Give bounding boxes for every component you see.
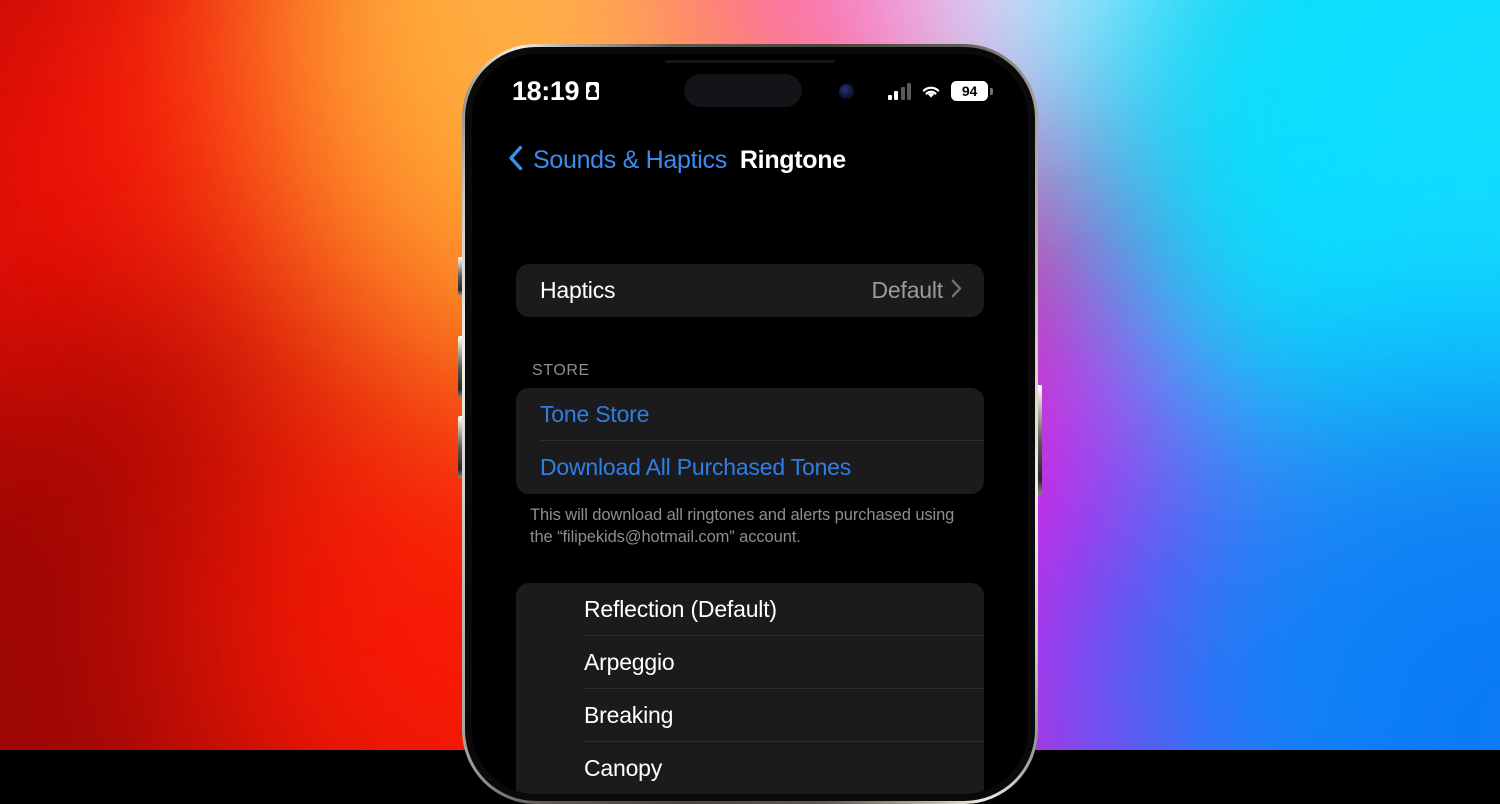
front-camera-icon <box>839 84 854 99</box>
dynamic-island[interactable] <box>684 74 802 107</box>
haptics-card: Haptics Default <box>516 264 984 317</box>
tone-store-label: Tone Store <box>540 401 649 428</box>
status-bar-left: 18:19 <box>512 76 599 107</box>
store-section-header: STORE <box>472 362 1028 388</box>
chevron-right-icon <box>951 279 962 303</box>
status-bar: 18:19 <box>472 54 1028 128</box>
battery-percent-label: 94 <box>962 83 977 99</box>
battery-icon: 94 <box>951 81 988 101</box>
download-all-purchased-tones-label: Download All Purchased Tones <box>540 454 851 481</box>
lock-portrait-icon <box>586 82 599 100</box>
page-title: Ringtone <box>740 146 846 175</box>
navigation-bar: Sounds & Haptics Ringtone <box>472 128 1028 192</box>
haptics-row[interactable]: Haptics Default <box>516 264 984 317</box>
status-bar-right: 94 <box>888 81 989 101</box>
download-all-purchased-tones-row[interactable]: Download All Purchased Tones <box>516 441 984 494</box>
status-bar-clock: 18:19 <box>512 76 579 107</box>
settings-content[interactable]: Haptics Default STORE Tone Store <box>472 192 1028 794</box>
list-item[interactable]: Breaking <box>516 689 984 742</box>
ringtone-label: Breaking <box>584 702 673 729</box>
store-footnote: This will download all ringtones and ale… <box>472 494 1028 549</box>
cellular-bars-icon <box>888 83 912 100</box>
tone-store-row[interactable]: Tone Store <box>516 388 984 441</box>
chevron-left-icon <box>508 145 523 176</box>
store-card: Tone Store Download All Purchased Tones <box>516 388 984 494</box>
ringtone-label: Arpeggio <box>584 649 674 676</box>
haptics-value: Default <box>872 277 943 304</box>
battery-tip <box>990 88 993 95</box>
ringtone-label: Reflection (Default) <box>584 596 777 623</box>
wifi-icon <box>920 83 942 100</box>
phone-device: 18:19 <box>462 44 1038 804</box>
list-item[interactable]: Arpeggio <box>516 636 984 689</box>
back-button-label: Sounds & Haptics <box>533 146 727 175</box>
phone-screen: 18:19 <box>472 54 1028 794</box>
status-bar-center <box>599 54 887 128</box>
ringtone-label: Canopy <box>584 755 662 782</box>
haptics-label: Haptics <box>540 277 615 304</box>
ringtone-list-card: Reflection (Default) Arpeggio Breaking C… <box>516 583 984 794</box>
list-item[interactable]: Reflection (Default) <box>516 583 984 636</box>
back-button[interactable]: Sounds & Haptics <box>508 145 727 176</box>
